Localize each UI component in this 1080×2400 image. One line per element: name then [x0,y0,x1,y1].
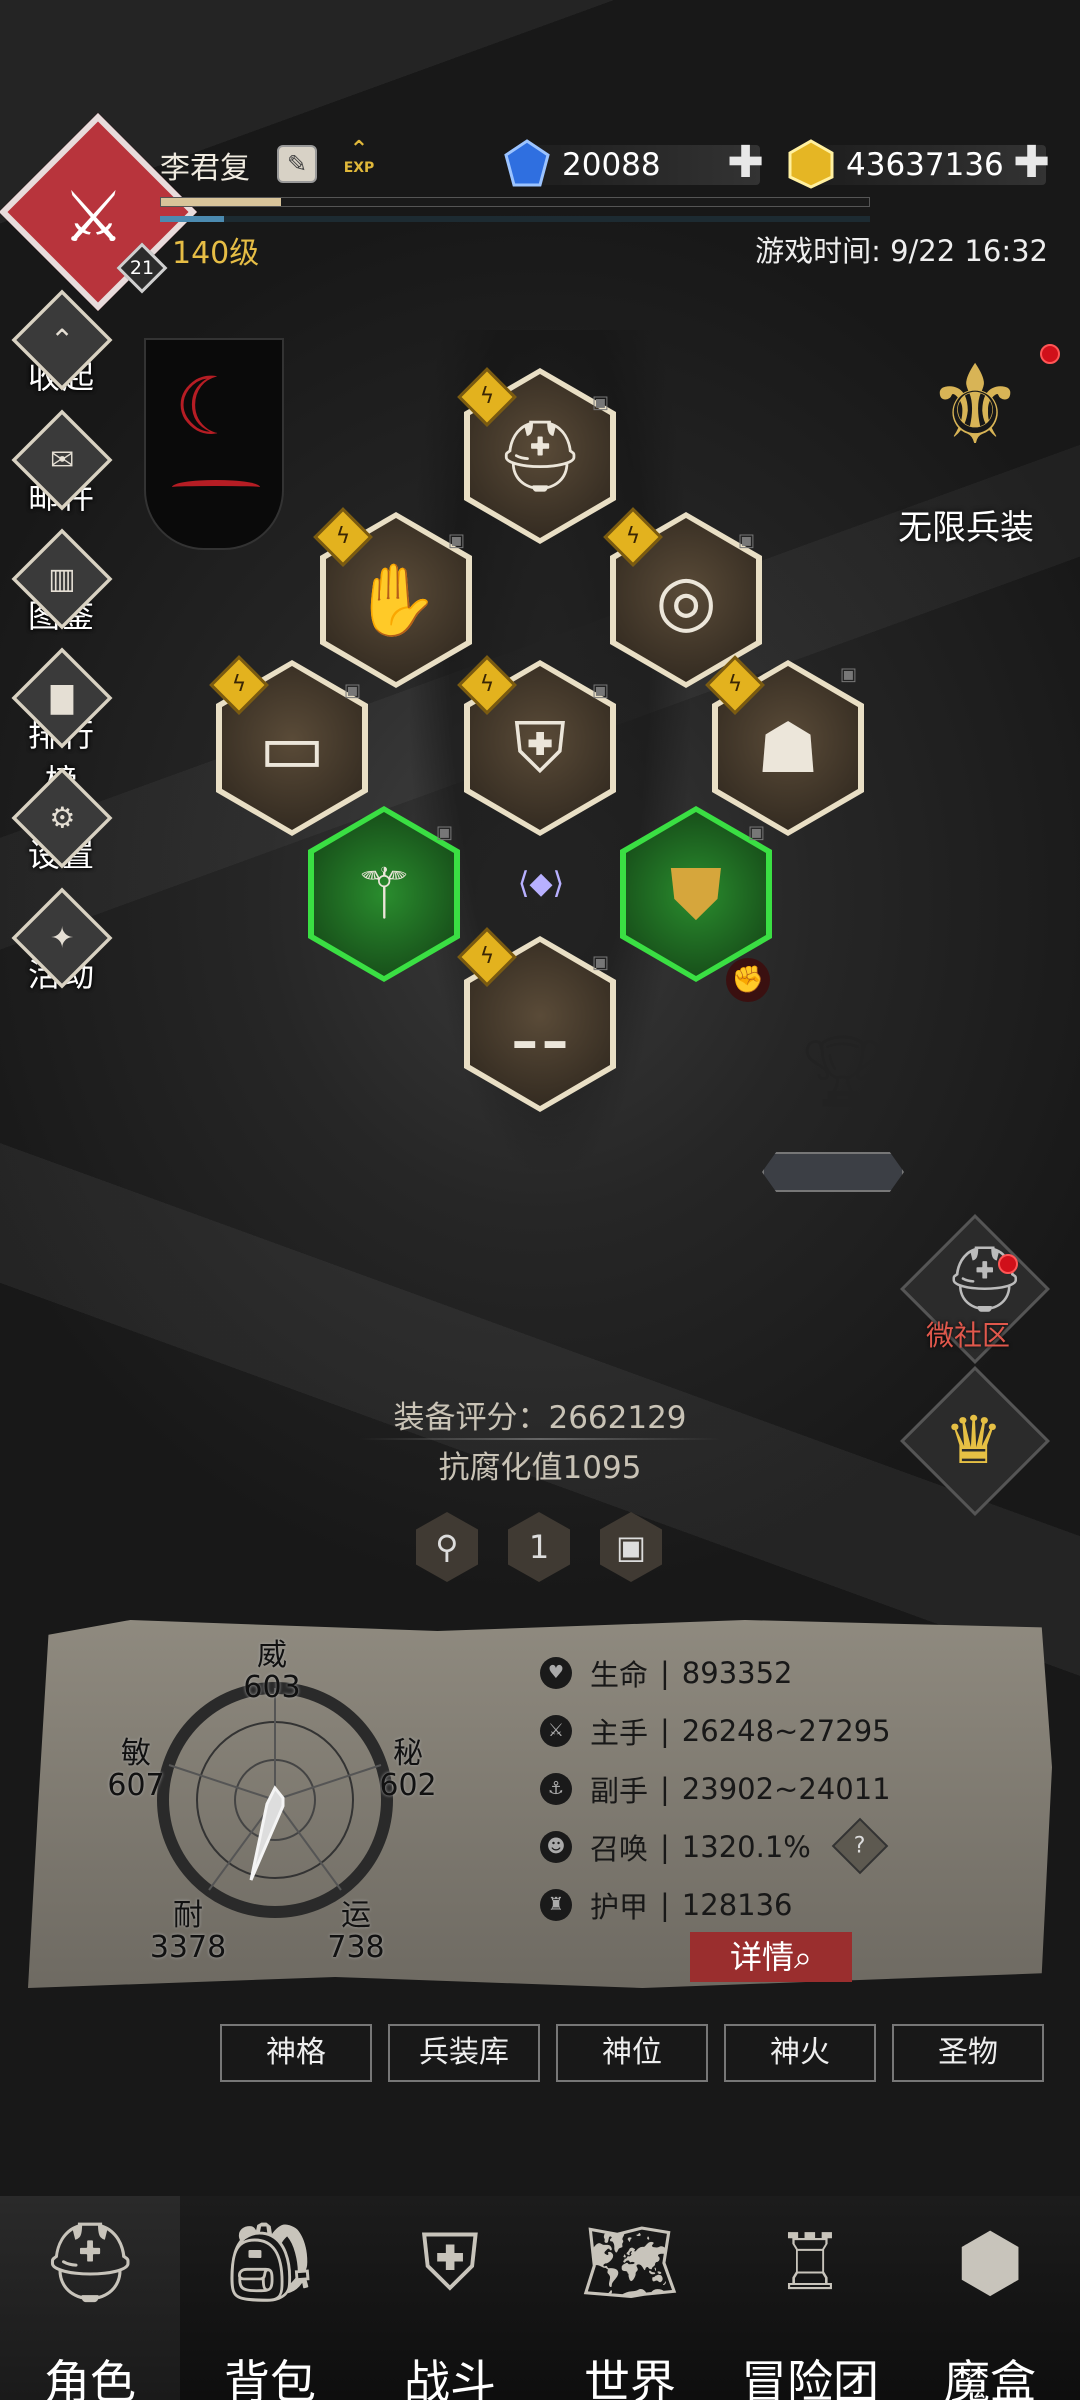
magnifier-icon: ⌕ [794,1938,812,1976]
lock-icon: ▣ [840,664,858,685]
attr-offhand: ⚓ 副手 | 23902~24011 [540,1768,891,1810]
sword-icon: ⚔ [540,1715,572,1747]
lock-icon: ▣ [344,680,362,701]
attr-mainhand: ⚔ 主手 | 26248~27295 [540,1710,891,1752]
details-button[interactable]: 详情⌕ [690,1932,852,1982]
crescent-icon: ☾ [174,360,246,453]
game-time: 游戏时间: 9/22 16:32 [755,234,1048,268]
menu-mail[interactable]: ✉邮件 [11,409,113,518]
stat-wei: 威 603 [243,1638,301,1705]
lock-icon: ▣ [592,680,610,701]
bottom-nav: ⛑ 角色 🎒︎ 背包 ⛨ 战斗 🗺︎ 世界 ♖ 冒险团 ⬢ 魔盒 [0,2196,1080,2400]
armor-icon: ♜ [540,1889,572,1921]
stat-min: 敏 607 [107,1736,165,1803]
diamond-currency: 20088 ✚ [504,139,764,187]
shield-icon: ⛊ [626,812,766,976]
tab-divine-fire[interactable]: 神火 [724,2024,876,2082]
exp-bar [160,197,870,207]
stat-yun: 运 738 [327,1898,385,1965]
knight-helmet-icon: ⛑ [40,2217,140,2308]
tab-armory[interactable]: 兵装库 [388,2024,540,2082]
nav-character[interactable]: ⛑ 角色 [0,2196,180,2400]
staff-icon: ⚚ [314,812,454,976]
attr-armor: ♜ 护甲 | 128136 [540,1884,793,1926]
guild-banner[interactable]: ☾ [144,338,284,550]
lock-icon: ▣ [448,530,466,551]
shield-sword-icon: ⛨ [420,2217,480,2308]
lock-icon: ▣ [615,1528,647,1566]
lock-icon: ▣ [748,822,766,843]
backpack-icon: 🎒︎ [220,2217,320,2308]
player-level: 140级 [172,236,260,271]
menu-collapse[interactable]: ⌃收起 [11,289,113,398]
crossed-axes-icon: ⚔ [62,176,125,258]
pencil-icon: ✎ [286,150,308,178]
gold-currency: 43637136 ✚ [788,139,1050,189]
heart-icon: ♥ [540,1657,572,1689]
attr-summon: ☻ 召唤 | 1320.1% [540,1826,811,1868]
unlimited-gear-label[interactable]: 无限兵装 [898,500,1034,549]
tab-divine-seat[interactable]: 神位 [556,2024,708,2082]
trophy-pedestal [762,1152,904,1192]
downgrade-icon: ✊ [726,958,770,1002]
map-icon: 🗺︎ [580,2217,680,2308]
corruption-resist: 抗腐化值1095 [438,1450,642,1486]
nav-world[interactable]: 🗺︎ 世界 [540,2196,720,2400]
gold-amount: 43637136 [846,147,1004,183]
stat-nai: 耐 3378 [149,1898,227,1965]
stats-radar [157,1682,393,1918]
stat-mi: 秘 602 [379,1736,437,1803]
lock-icon: ▣ [738,530,756,551]
menu-codex[interactable]: ▥图鉴 [11,528,113,637]
secondary-bar [160,216,870,222]
nav-battle[interactable]: ⛨ 战斗 [360,2196,540,2400]
notification-dot [1040,344,1060,364]
banner-wave [172,480,260,494]
helmet-icon: ⛑ [944,1243,1026,1317]
swap-weapons-icon[interactable]: ⟨◆⟩ [486,866,596,902]
location-icon: ⚲ [435,1528,459,1566]
unlimited-gear-icon[interactable]: ⚜ [900,340,1050,470]
summon-icon: ☻ [540,1831,572,1863]
trophy-icon[interactable]: 🏆︎ [798,1030,887,1113]
exp-icon[interactable]: ⌃ EXP [338,139,380,184]
castle-icon: ♖ [775,2218,845,2308]
dagger-icon: ⚓ [540,1773,572,1805]
equipment-score: 装备评分：2662129 [393,1400,687,1436]
tab-relics[interactable]: 圣物 [892,2024,1044,2082]
nav-magic-box[interactable]: ⬢ 魔盒 [900,2196,1080,2400]
gold-icon [788,139,834,189]
diamond-amount: 20088 [562,147,661,183]
tab-divinity[interactable]: 神格 [220,2024,372,2082]
lock-icon: ▣ [592,952,610,973]
page-number: 1 [528,1528,550,1566]
details-label: 详情 [730,1938,795,1976]
add-diamond-button[interactable]: ✚ [727,141,764,185]
nav-backpack[interactable]: 🎒︎ 背包 [180,2196,360,2400]
nav-adventure-team[interactable]: ♖ 冒险团 [720,2196,900,2400]
edit-name-button[interactable]: ✎ [277,145,317,183]
community-label[interactable]: 微社区 [926,1314,1010,1354]
lock-icon: ▣ [592,392,610,413]
cube-icon: ⬢ [955,2218,1025,2308]
lock-icon: ▣ [436,822,454,843]
menu-settings[interactable]: ⚙设置 [11,767,113,876]
player-name: 李君复 [160,151,250,186]
add-gold-button[interactable]: ✚ [1013,141,1050,185]
attr-life: ♥ 生命 | 893352 [540,1652,793,1694]
community-notification-dot [998,1254,1018,1274]
diamond-icon [504,139,550,187]
score-divider [360,1438,720,1440]
menu-events[interactable]: ✦活动 [11,887,113,996]
